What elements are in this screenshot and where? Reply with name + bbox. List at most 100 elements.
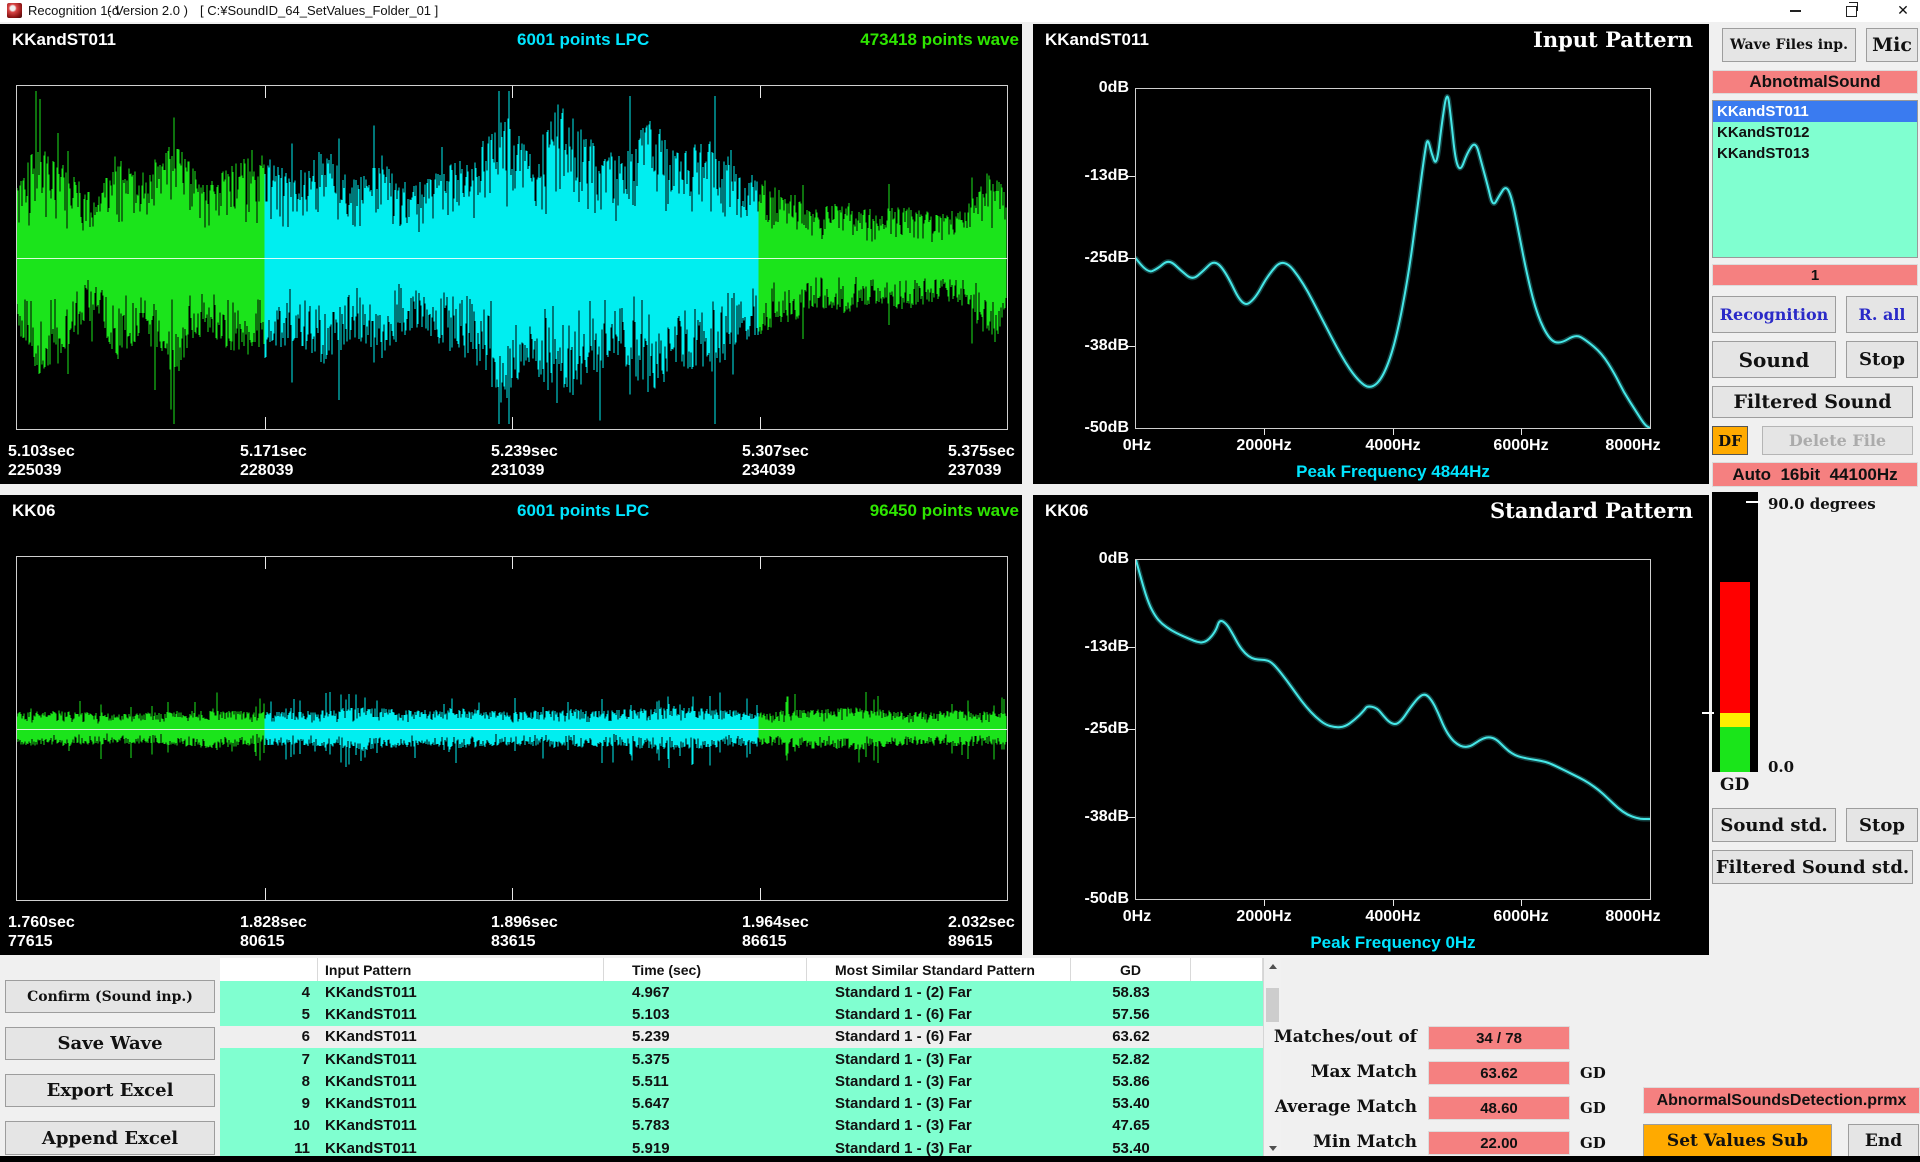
hz-axis-label: 8000Hz — [1605, 908, 1660, 926]
hz-axis-label: 0Hz — [1123, 908, 1151, 926]
lpc-window-tick — [512, 888, 513, 900]
minimize-button[interactable] — [1778, 0, 1812, 22]
lpc-window-tick — [760, 888, 761, 900]
file-count-label: 1 — [1712, 264, 1918, 286]
stat-value: 22.00 — [1428, 1131, 1570, 1155]
sample-label: 77615 — [8, 933, 53, 951]
db-axis-label: -50dB — [1085, 419, 1129, 437]
delete-file-button-disabled: Delete File — [1762, 426, 1913, 455]
table-row[interactable]: 4KKandST0114.967Standard 1 - (2) Far58.8… — [220, 981, 1263, 1003]
standard-waveform-panel: KK06 6001 points LPC 96450 points wave 1… — [0, 495, 1022, 955]
gauge-threshold-tick — [1702, 712, 1714, 714]
spectrum-heading: Input Pattern — [1533, 27, 1693, 52]
x-axis-tick — [1393, 429, 1394, 435]
time-label: 5.375sec — [948, 443, 1015, 461]
filtered-sound-button[interactable]: Filtered Sound — [1712, 386, 1913, 418]
y-axis-tick — [1128, 346, 1135, 347]
triangle-up-icon — [1269, 964, 1277, 969]
time-label: 1.828sec — [240, 914, 307, 932]
filtered-sound-std-button[interactable]: Filtered Sound std. — [1712, 850, 1913, 884]
mic-button[interactable]: Mic — [1866, 28, 1918, 62]
y-axis-tick — [1128, 647, 1135, 648]
stop-button[interactable]: Stop — [1846, 341, 1918, 378]
hz-axis-label: 4000Hz — [1365, 437, 1420, 455]
waveform-plot[interactable] — [16, 85, 1008, 430]
stop-std-button[interactable]: Stop — [1846, 808, 1918, 842]
close-button[interactable]: ✕ — [1886, 0, 1920, 22]
waveform-plot[interactable] — [16, 556, 1008, 901]
scrollbar-thumb[interactable] — [1266, 988, 1279, 1022]
sound-file-item[interactable]: KKandST012 — [1713, 122, 1917, 143]
sound-file-item[interactable]: KKandST011 — [1713, 101, 1917, 122]
time-label: 5.103sec — [8, 443, 75, 461]
confirm-sound-input-button[interactable]: Confirm (Sound inp.) — [5, 980, 215, 1013]
table-row[interactable]: 5KKandST0115.103Standard 1 - (6) Far57.5… — [220, 1003, 1263, 1025]
minimize-icon — [1790, 10, 1801, 12]
end-button[interactable]: End — [1848, 1124, 1919, 1158]
lpc-window-tick — [512, 557, 513, 569]
waveform-title: KK06 — [12, 501, 55, 521]
table-cell — [220, 958, 318, 981]
spectrum-source: KKandST011 — [1045, 30, 1149, 50]
table-cell: Input Pattern — [318, 958, 604, 981]
stat-unit: GD — [1580, 1099, 1606, 1117]
wave-points-label: 473418 points wave — [860, 30, 1019, 50]
stat-row: Max Match63.62GD — [0, 1061, 1920, 1085]
set-values-sub-button[interactable]: Set Values Sub — [1643, 1124, 1832, 1158]
time-label: 1.964sec — [742, 914, 809, 932]
y-axis-tick — [1128, 729, 1135, 730]
window-version: ( Version 2.0 ) — [107, 3, 188, 18]
table-cell: KKandST011 — [318, 981, 604, 1003]
db-axis-label: 0dB — [1099, 79, 1129, 97]
recognition-button[interactable]: Recognition — [1712, 296, 1836, 333]
sample-label: 89615 — [948, 933, 993, 951]
gd-gauge — [1712, 492, 1758, 772]
table-cell: GD — [1071, 958, 1191, 981]
lpc-points-label: 6001 points LPC — [517, 30, 649, 50]
hz-axis-label: 2000Hz — [1236, 437, 1291, 455]
spectrum-plot[interactable] — [1135, 88, 1651, 429]
wave-files-input-button[interactable]: Wave Files inp. — [1722, 28, 1856, 62]
lpc-window-tick — [760, 417, 761, 429]
table-cell — [1191, 958, 1263, 981]
stat-label: Average Match — [1275, 1097, 1417, 1117]
audio-format-label: Auto 16bit 44100Hz — [1712, 462, 1918, 487]
sound-file-list[interactable]: KKandST011KKandST012KKandST013 — [1712, 100, 1918, 258]
table-cell: 5.103 — [604, 1003, 807, 1025]
sound-file-item[interactable]: KKandST013 — [1713, 143, 1917, 164]
time-label: 1.760sec — [8, 914, 75, 932]
scroll-up-button[interactable] — [1264, 958, 1281, 975]
sound-std-button[interactable]: Sound std. — [1712, 808, 1836, 842]
stat-row: Matches/out of34 / 78 — [0, 1026, 1920, 1050]
lpc-window-tick — [265, 86, 266, 98]
window-folder-path: [ C:¥SoundID_64_SetValues_Folder_01 ] — [200, 3, 438, 18]
peak-frequency-label: Peak Frequency 4844Hz — [1296, 462, 1490, 482]
time-label: 5.171sec — [240, 443, 307, 461]
gauge-green-zone — [1720, 727, 1750, 772]
hz-axis-label: 2000Hz — [1236, 908, 1291, 926]
restore-icon — [1846, 6, 1857, 17]
sound-button[interactable]: Sound — [1712, 341, 1836, 378]
table-cell: 4.967 — [604, 981, 807, 1003]
spectrum-plot[interactable] — [1135, 559, 1651, 900]
sample-label: 80615 — [240, 933, 285, 951]
sample-label: 228039 — [240, 462, 293, 480]
db-axis-label: -25dB — [1085, 249, 1129, 267]
window-title: Recognition 1-d — [28, 3, 119, 18]
table-cell: 5 — [220, 1003, 318, 1025]
recognize-all-button[interactable]: R. all — [1846, 296, 1918, 333]
time-label: 5.239sec — [491, 443, 558, 461]
stat-label: Min Match — [1313, 1132, 1417, 1152]
table-scrollbar[interactable] — [1263, 958, 1281, 1157]
spectrum-source: KK06 — [1045, 501, 1088, 521]
lpc-window-tick — [265, 417, 266, 429]
df-button[interactable]: DF — [1712, 426, 1748, 455]
lpc-window-tick — [265, 557, 266, 569]
stat-label: Max Match — [1311, 1062, 1417, 1082]
window-bottom-edge — [0, 1156, 1920, 1162]
restore-button[interactable] — [1834, 0, 1868, 22]
lpc-window-tick — [265, 888, 266, 900]
parameter-file-label: AbnormalSoundsDetection.prmx — [1643, 1087, 1920, 1114]
hz-axis-label: 8000Hz — [1605, 437, 1660, 455]
db-axis-label: 0dB — [1099, 550, 1129, 568]
